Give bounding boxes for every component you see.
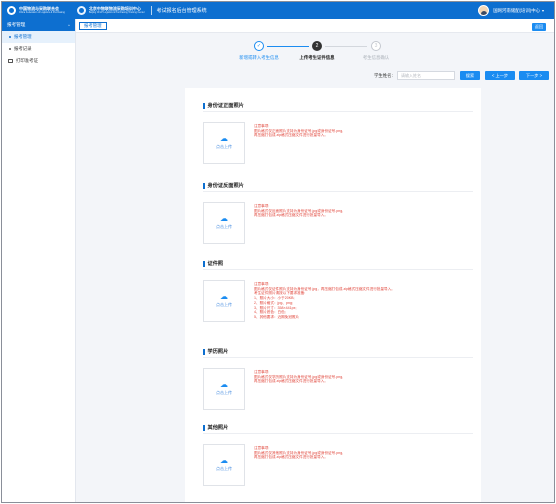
next-step-button[interactable]: 下一步 > — [519, 71, 549, 80]
student-name-label: 学生姓名: — [374, 73, 393, 78]
cloud-upload-icon: ☁ — [220, 292, 228, 301]
sidebar-item-print-admission-ticket[interactable]: 打印准考证 — [2, 55, 75, 67]
sidebar-group-exam-management[interactable]: 报考管理 ^ — [2, 19, 75, 31]
section-title: 学历照片 — [203, 348, 473, 355]
sidebar: 报考管理 ^ 报考管理 报考记录 打印准考证 — [2, 19, 76, 502]
training-center-logo-icon — [76, 6, 86, 15]
notice-text: 注意事项: 图片格式仅其他照片支持为身份证号.jpg或身份证号.png, 再压缩… — [254, 446, 344, 460]
bullet-icon — [9, 36, 11, 38]
upload-box[interactable]: ☁ 点击上传 — [203, 202, 245, 244]
step-1: ✓ 新增或转入考生信息 — [229, 41, 289, 61]
cflp-logo: 中国物流与采购联合会 China Federation of Logistics… — [7, 6, 65, 15]
sidebar-group-label: 报考管理 — [7, 22, 26, 27]
upload-box[interactable]: ☁ 点击上传 — [203, 444, 245, 486]
bullet-icon — [9, 48, 11, 50]
divider — [203, 111, 473, 112]
notice-text: 注意事项: 图片格式仅反面照片支持为身份证号.jpg或身份证号.png, 再压缩… — [254, 204, 344, 218]
upload-box[interactable]: ☁ 点击上传 — [203, 122, 245, 164]
step-2: 2 上传考生证件信息 — [287, 41, 347, 61]
section-diploma-photo: 学历照片 ☁ 点击上传 注意事项: 图片格式仅学历照片支持为身份证号.jpg或身… — [203, 348, 473, 410]
step-number: 2 — [312, 41, 322, 51]
sidebar-item-exam-records[interactable]: 报考记录 — [2, 43, 75, 55]
section-title: 身份证正面照片 — [203, 102, 473, 109]
divider — [203, 433, 473, 434]
upload-label: 点击上传 — [216, 224, 232, 229]
section-id-photo: 证件照 ☁ 点击上传 注意事项: 图片格式仅证件照片支持为身份证号.jpg，再压… — [203, 260, 473, 322]
upload-box[interactable]: ☁ 点击上传 — [203, 280, 245, 322]
upload-box[interactable]: ☁ 点击上传 — [203, 368, 245, 410]
sidebar-item-label: 打印准考证 — [16, 58, 38, 63]
step-label: 上传考生证件信息 — [299, 55, 335, 60]
section-title: 证件照 — [203, 260, 473, 267]
cloud-upload-icon: ☁ — [220, 456, 228, 465]
search-row: 学生姓名: 搜索 < 上一步 下一步 > — [76, 69, 554, 83]
section-title: 其他照片 — [203, 424, 473, 431]
section-id-back: 身份证反面照片 ☁ 点击上传 注意事项: 图片格式仅反面照片支持为身份证号.jp… — [203, 182, 473, 244]
top-header: 中国物流与采购联合会 China Federation of Logistics… — [2, 2, 554, 19]
sidebar-item-exam-management[interactable]: 报考管理 — [2, 31, 75, 43]
app-window: 中国物流与采购联合会 China Federation of Logistics… — [1, 1, 555, 503]
section-title: 身份证反面照片 — [203, 182, 473, 189]
divider — [203, 191, 473, 192]
section-id-front: 身份证正面照片 ☁ 点击上传 注意事项: 图片格式仅正面照片支持为身份证号.jp… — [203, 102, 473, 164]
chevron-up-icon[interactable]: ^ — [68, 23, 70, 28]
progress-steps: ✓ 新增或转入考生信息 2 上传考生证件信息 3 考生信息确认 — [76, 34, 554, 68]
user-menu[interactable]: 国网河南储配(培训)中心 ▾ — [478, 5, 544, 16]
logo2-subtitle: Beijing CFLP Logistics & Purchasing Trai… — [88, 10, 145, 14]
student-name-input[interactable] — [397, 71, 455, 80]
step-label: 新增或转入考生信息 — [239, 55, 279, 60]
upload-label: 点击上传 — [216, 390, 232, 395]
sidebar-item-label: 报考管理 — [14, 34, 32, 39]
cloud-upload-icon: ☁ — [220, 134, 228, 143]
cflp-logo-icon — [7, 6, 16, 15]
header-divider — [150, 6, 152, 15]
chevron-down-icon[interactable]: ▾ — [542, 8, 544, 13]
upload-card: 身份证正面照片 ☁ 点击上传 注意事项: 图片格式仅正面照片支持为身份证号.jp… — [185, 88, 481, 502]
step-label: 考生信息确认 — [362, 55, 390, 60]
search-button[interactable]: 搜索 — [460, 71, 480, 80]
back-button[interactable]: 返回 — [532, 23, 546, 31]
notice-text: 注意事项: 图片格式仅学历照片支持为身份证号.jpg或身份证号.png, 再压缩… — [254, 370, 344, 384]
divider — [203, 269, 473, 270]
cloud-upload-icon: ☁ — [220, 380, 228, 389]
divider — [203, 357, 473, 358]
system-title: 考试报名后台管理系统 — [156, 8, 207, 14]
printer-icon — [8, 59, 13, 63]
check-icon: ✓ — [254, 41, 264, 51]
notice-text: 注意事项: 图片格式仅证件照片支持为身份证号.jpg，再压缩打包成.zip格式压… — [254, 282, 395, 319]
sidebar-item-label: 报考记录 — [14, 46, 32, 51]
upload-label: 点击上传 — [216, 466, 232, 471]
tab-bar: 报考管理 返回 — [76, 19, 554, 33]
tab-exam-management[interactable]: 报考管理 — [79, 22, 107, 30]
prev-step-button[interactable]: < 上一步 — [485, 71, 515, 80]
user-name[interactable]: 国网河南储配(培训)中心 — [493, 8, 540, 14]
section-other-photo: 其他照片 ☁ 点击上传 注意事项: 图片格式仅其他照片支持为身份证号.jpg或身… — [203, 424, 473, 486]
avatar[interactable] — [478, 5, 490, 16]
logo1-subtitle: China Federation of Logistics & Purchasi… — [19, 10, 65, 14]
cloud-upload-icon: ☁ — [220, 214, 228, 223]
step-3: 3 考生信息确认 — [346, 41, 406, 61]
upload-label: 点击上传 — [216, 302, 232, 307]
training-center-logo: 北京中物联物流采购培训中心 Beijing CFLP Logistics & P… — [76, 6, 145, 15]
upload-label: 点击上传 — [216, 144, 232, 149]
step-number: 3 — [371, 41, 381, 51]
notice-text: 注意事项: 图片格式仅正面照片支持为身份证号.jpg或身份证号.png, 再压缩… — [254, 124, 344, 138]
